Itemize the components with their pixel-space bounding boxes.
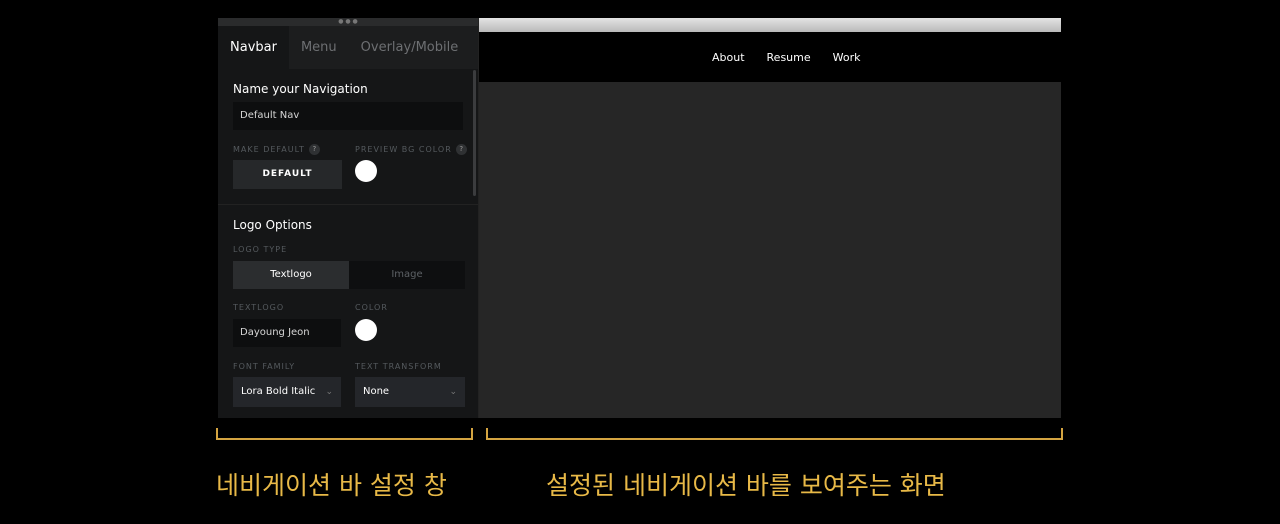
- nav-link-work[interactable]: Work: [833, 51, 861, 64]
- text-transform-select[interactable]: None ⌄: [355, 377, 465, 407]
- chevron-down-icon: ⌄: [325, 387, 333, 397]
- tab-overlay-mobile[interactable]: Overlay/Mobile: [349, 26, 471, 69]
- help-icon[interactable]: ?: [308, 144, 320, 155]
- caption-settings-panel: 네비게이션 바 설정 창: [216, 471, 447, 500]
- tab-navbar[interactable]: Navbar: [218, 26, 289, 69]
- preview-navbar: About Resume Work: [478, 32, 1061, 82]
- font-family-value: Lora Bold Italic: [241, 386, 316, 397]
- preview-bg-color-swatch[interactable]: [355, 160, 377, 182]
- browser-top-strip: [478, 18, 1061, 32]
- navbar-settings-panel: ● ● ● Navbar Menu Overlay/Mobile Name yo…: [218, 18, 479, 418]
- section-divider: [218, 204, 478, 205]
- make-default-label-text: MAKE DEFAULT: [233, 145, 305, 154]
- nav-link-about[interactable]: About: [712, 51, 745, 64]
- nav-link-resume[interactable]: Resume: [767, 51, 811, 64]
- logo-color-swatch[interactable]: [355, 319, 377, 341]
- settings-tabs: Navbar Menu Overlay/Mobile: [218, 26, 478, 69]
- right-bracket: [486, 428, 1063, 440]
- drag-handle[interactable]: ● ● ●: [218, 18, 478, 26]
- tab-menu[interactable]: Menu: [289, 26, 349, 69]
- chevron-down-icon: ⌄: [449, 387, 457, 397]
- left-bracket: [216, 428, 473, 440]
- caption-preview-screen: 설정된 네비게이션 바를 보여주는 화면: [546, 471, 946, 500]
- logo-color-label: COLOR: [355, 303, 388, 312]
- panel-scrollbar[interactable]: [473, 70, 476, 196]
- logo-type-image-option[interactable]: Image: [349, 261, 465, 289]
- textlogo-label: TEXTLOGO: [233, 303, 285, 312]
- text-transform-value: None: [363, 386, 390, 397]
- text-transform-label: TEXT TRANSFORM: [355, 362, 442, 371]
- preview-nav-links: About Resume Work: [712, 32, 861, 82]
- editor-window: About Resume Work ● ● ● Navbar Menu Over…: [218, 18, 1061, 418]
- logo-section-title: Logo Options: [233, 218, 312, 232]
- preview-bg-color-label: PREVIEW BG COLOR?: [355, 144, 467, 155]
- logo-type-textlogo-option[interactable]: Textlogo: [233, 261, 349, 289]
- font-family-label: FONT FAMILY: [233, 362, 296, 371]
- textlogo-input[interactable]: Dayoung Jeon: [233, 319, 341, 347]
- logo-type-segmented-control: Textlogo Image: [233, 261, 465, 289]
- preview-bg-color-label-text: PREVIEW BG COLOR: [355, 145, 452, 154]
- make-default-label: MAKE DEFAULT?: [233, 144, 320, 155]
- navbar-preview: About Resume Work: [478, 32, 1061, 418]
- help-icon[interactable]: ?: [455, 144, 467, 155]
- default-button[interactable]: DEFAULT: [233, 160, 342, 189]
- navigation-name-input[interactable]: Default Nav: [233, 102, 463, 130]
- navigation-section-title: Name your Navigation: [233, 82, 368, 96]
- logo-type-label: LOGO TYPE: [233, 245, 288, 254]
- font-family-select[interactable]: Lora Bold Italic ⌄: [233, 377, 341, 407]
